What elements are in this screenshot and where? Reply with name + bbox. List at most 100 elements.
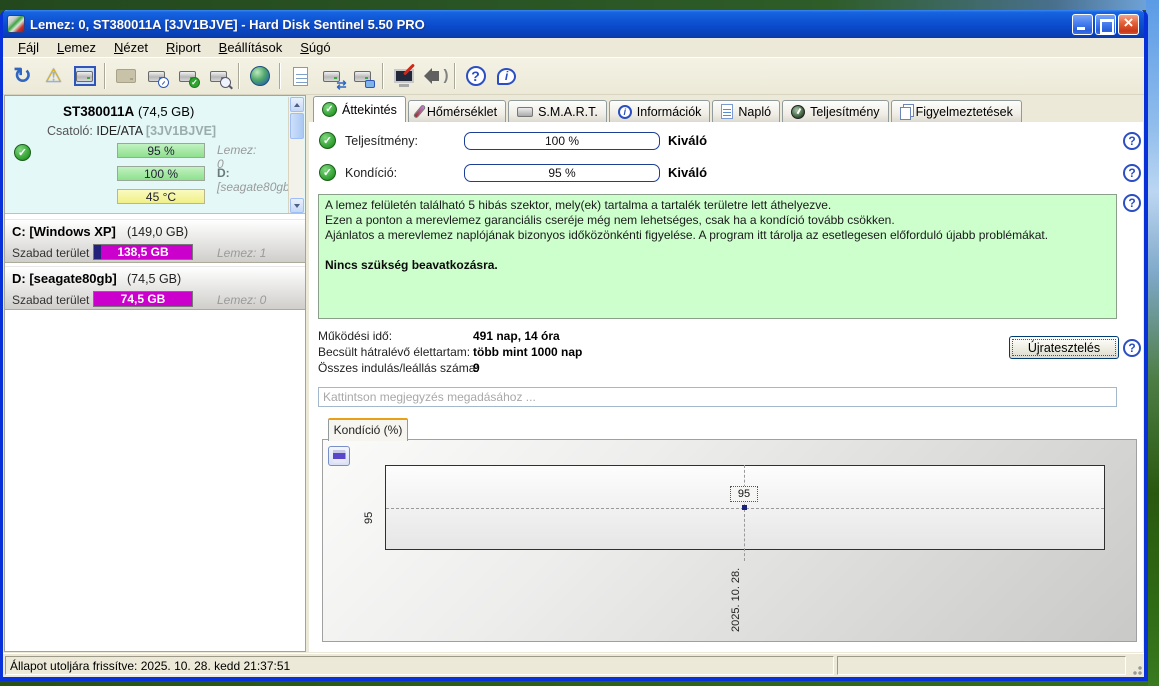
stat-start-stop-count: Összes indulás/leállás száma: 9 [318, 361, 479, 377]
thermometer-icon [413, 104, 426, 119]
disk-size: (74,5 GB) [138, 104, 194, 119]
menu-bar: Fájl Lemez Nézet Riport Beállítások Súgó [3, 38, 1144, 58]
status-bar: Állapot utoljára frissítve: 2025. 10. 28… [3, 653, 1144, 677]
desktop-wallpaper-bottom [0, 681, 1148, 686]
disk-interface: Csatoló: IDE/ATA [3JV1BJVE] [47, 124, 216, 138]
disk-title: ST380011A (74,5 GB) [63, 104, 194, 119]
app-window: Lemez: 0, ST380011A [3JV1BJVE] - Hard Di… [0, 10, 1148, 681]
desktop: Lemez: 0, ST380011A [3JV1BJVE] - Hard Di… [0, 0, 1159, 686]
disabled-action-icon [110, 61, 141, 91]
disk-status-ok-icon: ✓ [14, 144, 31, 161]
status-cell-secondary [837, 656, 1126, 675]
main-panel: ✓Áttekintés Hőmérséklet S.M.A.R.T. iInfo… [309, 95, 1143, 652]
disk-serial: [3JV1BJVE] [146, 124, 216, 138]
disk-name: ST380011A [63, 104, 134, 119]
network-disk-icon[interactable] [347, 61, 378, 91]
check-icon: ✓ [322, 102, 337, 117]
ok-status-icon: ✓ [319, 164, 336, 181]
tab-performance[interactable]: Teljesítmény [782, 100, 888, 122]
scroll-up-button[interactable] [290, 97, 304, 112]
disk-analyze-icon[interactable] [203, 61, 234, 91]
menu-settings[interactable]: Beállítások [210, 38, 292, 57]
problem-report-icon[interactable]: ⚠ [38, 61, 69, 91]
menu-disk[interactable]: Lemez [48, 38, 105, 57]
help-icon[interactable]: ? [1123, 132, 1141, 150]
menu-view[interactable]: Nézet [105, 38, 157, 57]
toolbar-separator [279, 63, 281, 89]
about-info-icon[interactable]: i [491, 61, 522, 91]
temperature-bar: 45 °C [117, 189, 205, 204]
partition-card-d[interactable]: D: [seagate80gb] (74,5 GB) Szabad terüle… [5, 266, 305, 310]
performance-rating: Kiváló [668, 133, 707, 148]
disk-detect-icon[interactable] [69, 61, 100, 91]
client-area: ST380011A (74,5 GB) Csatoló: IDE/ATA [3J… [3, 95, 1144, 653]
overview-content: ✓ Teljesítmény: 100 % Kiváló ? ✓ Kondíci… [309, 122, 1143, 652]
stat-remaining-lifetime: Becsült hátralévő élettartam: több mint … [318, 345, 470, 361]
resize-grip[interactable] [1129, 662, 1142, 675]
performance-row: ✓ Teljesítmény: 100 % Kiváló ? [309, 132, 1143, 150]
chart-tab-kondicio[interactable]: Kondíció (%) [328, 418, 408, 441]
sound-alerts-icon[interactable] [419, 61, 450, 91]
menu-file[interactable]: Fájl [9, 38, 48, 57]
maximize-button[interactable] [1095, 14, 1116, 35]
chart-point-label: 95 [730, 486, 758, 502]
tab-alerts[interactable]: Figyelmeztetések [891, 100, 1022, 122]
disk-accept-icon[interactable]: ✓ [172, 61, 203, 91]
network-scan-icon[interactable] [244, 61, 275, 91]
tab-temperature[interactable]: Hőmérséklet [408, 100, 506, 122]
titlebar[interactable]: Lemez: 0, ST380011A [3JV1BJVE] - Hard Di… [3, 10, 1144, 38]
toolbar-separator [454, 63, 456, 89]
tabs-row: ✓Áttekintés Hőmérséklet S.M.A.R.T. iInfo… [309, 95, 1143, 122]
health-bar: 95 % [117, 143, 205, 158]
tab-log[interactable]: Napló [712, 100, 780, 122]
desktop-wallpaper-top [0, 0, 1148, 10]
status-text: Állapot utoljára frissítve: 2025. 10. 28… [5, 656, 834, 675]
toolbar-separator [104, 63, 106, 89]
chart-x-tick: 2025. 10. 28. [730, 554, 742, 632]
tab-overview[interactable]: ✓Áttekintés [313, 96, 406, 122]
partition-card-c[interactable]: C: [Windows XP] (149,0 GB) Szabad terüle… [5, 219, 305, 263]
health-message-box: A lemez felületén található 5 hibás szek… [318, 194, 1117, 319]
tab-smart[interactable]: S.M.A.R.T. [508, 100, 607, 122]
help-icon[interactable]: ? [460, 61, 491, 91]
refresh-icon[interactable]: ↻ [7, 61, 38, 91]
sidebar: ST380011A (74,5 GB) Csatoló: IDE/ATA [3J… [4, 95, 306, 652]
chart-vertical-gridline [744, 465, 745, 561]
scroll-down-button[interactable] [290, 198, 304, 213]
window-title: Lemez: 0, ST380011A [3JV1BJVE] - Hard Di… [30, 17, 1072, 32]
gauge-icon [791, 105, 805, 119]
app-icon [7, 15, 25, 33]
help-icon[interactable]: ? [1123, 164, 1141, 182]
pages-icon [900, 107, 911, 120]
menu-report[interactable]: Riport [157, 38, 210, 57]
retest-button[interactable]: Újratesztelés [1009, 336, 1119, 359]
disk-icon [517, 107, 533, 117]
health-history-chart: 95 95 2025. 10. 28. [322, 439, 1137, 642]
close-button[interactable] [1118, 14, 1139, 35]
performance-bar: 100 % [117, 166, 205, 181]
scroll-thumb[interactable] [290, 113, 304, 139]
chart-data-point [742, 505, 747, 510]
stat-power-on-time: Működési idő: 491 nap, 14 óra [318, 329, 392, 345]
free-space-bar: 74,5 GB [93, 291, 193, 307]
disk-summary-card[interactable]: ST380011A (74,5 GB) Csatoló: IDE/ATA [3J… [5, 96, 305, 214]
free-space-bar: 138,5 GB [93, 244, 193, 260]
sync-data-icon[interactable]: ⇄ [316, 61, 347, 91]
tab-information[interactable]: iInformációk [609, 100, 711, 122]
message-action: Nincs szükség beavatkozásra. [325, 258, 1110, 273]
help-icon[interactable]: ? [1123, 194, 1141, 212]
message-line: A lemez felületén található 5 hibás szek… [325, 198, 1110, 213]
chart-y-tick: 95 [363, 490, 375, 524]
comment-input[interactable] [318, 387, 1117, 407]
save-chart-icon[interactable] [328, 446, 350, 466]
toolbar-separator [382, 63, 384, 89]
minimize-button[interactable] [1072, 14, 1093, 35]
desktop-config-icon[interactable] [388, 61, 419, 91]
help-icon[interactable]: ? [1123, 339, 1141, 357]
sidebar-scrollbar[interactable] [288, 97, 304, 213]
menu-help[interactable]: Súgó [291, 38, 339, 57]
report-icon[interactable] [285, 61, 316, 91]
document-icon [721, 104, 733, 119]
disk-schedule-icon[interactable] [141, 61, 172, 91]
health-rating: Kiváló [668, 165, 707, 180]
